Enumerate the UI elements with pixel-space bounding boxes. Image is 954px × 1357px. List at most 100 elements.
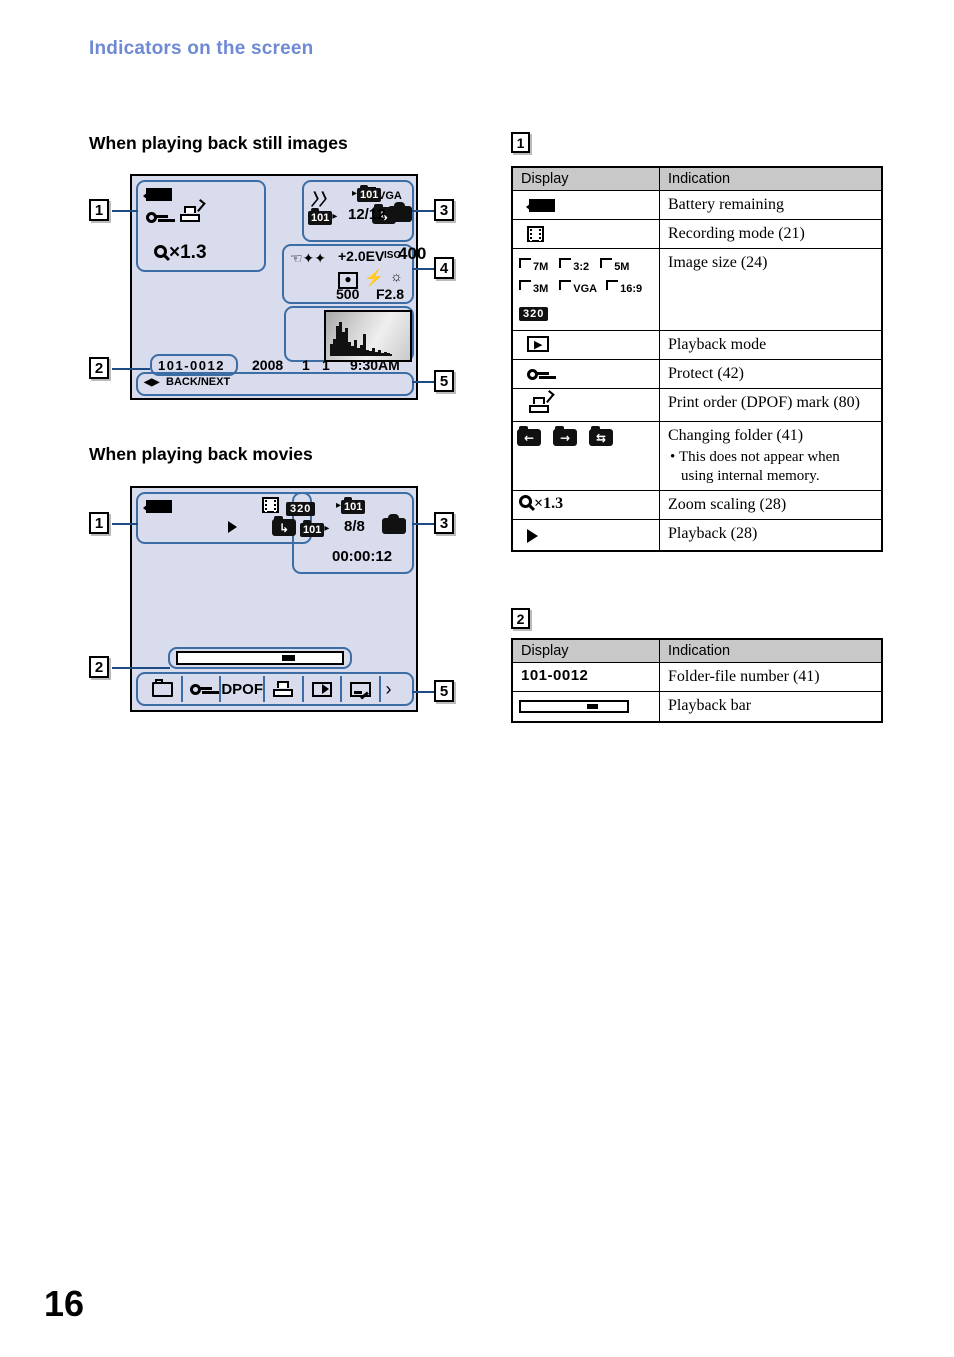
toolbar-dpof-button[interactable]: DPOF (221, 676, 266, 702)
col-indication: Indication (659, 638, 883, 663)
movie-toolbar[interactable]: DPOF › (144, 676, 396, 702)
cell-indication: Protect (42) (659, 359, 883, 389)
histogram-thumbnail (324, 310, 412, 362)
metering-mode-icon: ☜✦✦ (290, 250, 327, 266)
image-size-169-icon: 16:9 (606, 280, 642, 295)
cell-display (511, 691, 660, 723)
magnifier-icon (154, 245, 169, 260)
playback-bar[interactable] (176, 651, 344, 665)
toolbar-slideshow-button[interactable] (304, 676, 343, 702)
cell-display: 101-0012 (511, 662, 660, 692)
protect-key-icon (190, 683, 212, 695)
battery-icon (143, 188, 172, 201)
print-icon (273, 681, 294, 697)
cell-display (511, 518, 660, 551)
table-row: Playback (28) (511, 518, 883, 551)
white-balance-icon: ☼ (390, 268, 403, 284)
time-value: 9:30AM (350, 357, 400, 373)
cell-indication: Playback bar (659, 691, 883, 723)
heading-movies: When playing back movies (89, 444, 313, 464)
callout-2-movie: 2 (89, 656, 109, 678)
flash-icon: ⚡ (364, 270, 384, 287)
folder-both-icon: ⇆ (589, 426, 613, 446)
leader-1-still (112, 210, 138, 212)
leader-2-still (112, 368, 150, 370)
print-order-icon (529, 390, 555, 413)
aperture-value: F2.8 (376, 286, 405, 302)
recording-folder-next-icon: ▸ 101 (352, 185, 382, 203)
movie-size-320-icon: 320 (519, 307, 549, 321)
image-size-5m-icon: 5M (600, 258, 629, 273)
leader-5-still (412, 381, 436, 383)
callout-3-movie: 3 (434, 512, 454, 534)
cell-display-changing-folder: ← → ⇆ (511, 421, 660, 491)
date-year: 2008 (252, 357, 284, 373)
table-row: Protect (42) (511, 359, 883, 389)
image-size-7m-icon: 7M (519, 258, 548, 273)
col-indication: Indication (659, 166, 883, 191)
folder-next-icon: → (553, 426, 577, 446)
movie-counter: 8/8 (344, 518, 365, 535)
movie-size-badge: 320 (286, 499, 316, 517)
leader-4-still (412, 268, 436, 270)
callout-3-still: 3 (434, 199, 454, 221)
callout-2-still: 2 (89, 357, 109, 379)
cell-indication: Changing folder (41) • This does not app… (659, 421, 883, 491)
camera-mode-icon (382, 514, 406, 534)
table-row: Print order (DPOF) mark (80) (511, 388, 883, 422)
toolbar-folder-button[interactable] (144, 676, 183, 702)
cell-display-zoom: ×1.3 (511, 489, 660, 520)
callout-1-movie: 1 (89, 512, 109, 534)
cell-display (511, 219, 660, 249)
leader-3-still (412, 210, 436, 212)
battery-icon (526, 199, 555, 212)
cell-display: ▶ (511, 330, 660, 360)
callout-4-still: 4 (434, 257, 454, 279)
ev-value: +2.0EV (338, 248, 385, 264)
playback-folder-icon: 101 ▸ (300, 520, 329, 538)
toolbar-protect-button[interactable] (183, 676, 222, 702)
indication-text: Changing folder (41) (668, 427, 804, 444)
print-order-icon (180, 199, 206, 222)
table-indicators-2: Display Indication 101-0012 Folder-file … (511, 638, 883, 723)
back-next-arrows-icon: ◀▶ (144, 377, 160, 388)
table-row: Battery remaining (511, 190, 883, 220)
folder-icon (151, 678, 173, 697)
table-header-row: Display Indication (511, 166, 883, 191)
cell-indication: Battery remaining (659, 190, 883, 220)
folder-file-number: 101-0012 (158, 358, 225, 373)
cell-indication: Print order (DPOF) mark (80) (659, 388, 883, 422)
toolbar-print-button[interactable] (265, 676, 304, 702)
playback-bar-icon (519, 700, 629, 713)
image-size-32-icon: 3:2 (559, 258, 589, 273)
table-row: ▶ Playback mode (511, 330, 883, 360)
magnifier-icon (519, 494, 534, 510)
camera-mode-icon (388, 202, 412, 222)
image-size-vga-icon: VGA (559, 280, 597, 295)
callout-5-movie: 5 (434, 680, 454, 702)
playback-folder-icon: 101 ▸ (308, 208, 337, 226)
playback-mode-icon: ▶ (527, 336, 550, 352)
changing-folder-icon: ↳ (272, 516, 296, 536)
image-counter: 12/12 (348, 206, 386, 223)
elapsed-time: 00:00:12 (332, 548, 393, 565)
toolbar-more-button[interactable]: › (381, 676, 396, 702)
shutter-speed: 500 (336, 286, 360, 302)
table-row: 7M 3:2 5M 3M VGA 16:9 320 Image size (24… (511, 248, 883, 331)
cell-indication: Playback (28) (659, 518, 883, 551)
page-number: 16 (44, 1283, 85, 1324)
cell-indication: Folder-file number (41) (659, 662, 883, 692)
recording-mode-icon (262, 497, 279, 513)
resize-icon (350, 681, 372, 700)
table-2-badge: 2 (511, 608, 530, 629)
callout-5-still: 5 (434, 370, 454, 392)
playback-triangle-icon (527, 528, 538, 543)
col-display: Display (511, 638, 660, 663)
recording-mode-icon (527, 226, 544, 242)
cell-indication: Recording mode (21) (659, 219, 883, 249)
table-row: ← → ⇆ Changing folder (41) • This does n… (511, 421, 883, 491)
leader-3-movie (412, 523, 436, 525)
recording-folder-next-icon: ▸ 101 (336, 497, 366, 515)
lcd-still-images: VGA ↳ ×1.3 〉〉 ▸ 101 101 ▸ 12/12 ☜✦✦ +2.0… (130, 174, 426, 400)
toolbar-resize-button[interactable] (342, 676, 382, 702)
